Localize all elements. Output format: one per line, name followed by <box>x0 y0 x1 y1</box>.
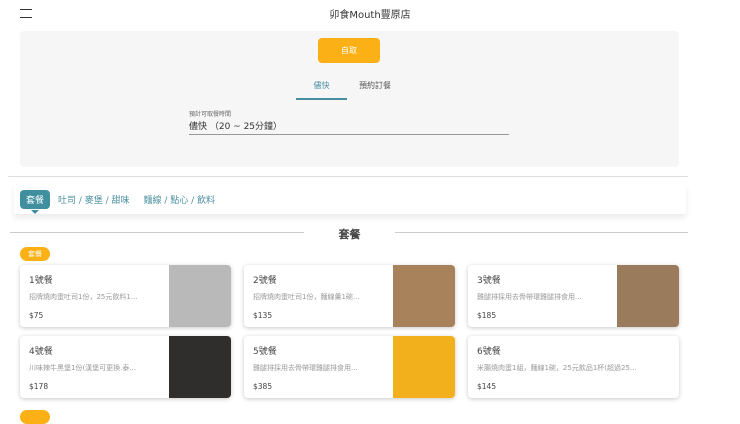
item-description: 招牌燒肉蛋吐司1份，麵線羹1碗... <box>253 293 360 301</box>
pickup-time-select[interactable]: 儘快 （20 ~ 25分鐘） <box>189 119 509 135</box>
item-description: 米腸燒肉蛋1組，麵線1碗，25元飲品1杯(超過25... <box>477 364 637 372</box>
divider <box>8 176 688 177</box>
tab-asap[interactable]: 儘快 <box>296 80 347 100</box>
menu-item-card[interactable]: 1號餐 招牌燒肉蛋吐司1份，25元飲料1... $75 <box>20 265 231 327</box>
item-description: 川味辣牛黑堡1份(漢堡可更換.泰... <box>29 364 137 372</box>
section-title: 套餐 <box>338 228 361 241</box>
item-photo <box>617 265 679 327</box>
section-badge: 套餐 <box>20 247 50 261</box>
menu-item-card[interactable]: 6號餐 米腸燒肉蛋1組，麵線1碗，25元飲品1杯(超過25... $145 <box>468 336 679 398</box>
item-price: $185 <box>477 311 497 320</box>
divider <box>10 232 304 233</box>
pickup-button[interactable]: 自取 <box>318 38 380 63</box>
item-photo <box>169 265 231 327</box>
tab-reserve[interactable]: 預約訂餐 <box>352 80 398 100</box>
category-noodles-snacks-drinks[interactable]: 麵線 / 點心 / 飲料 <box>144 193 216 206</box>
item-name: 4號餐 <box>29 347 53 357</box>
item-name: 1號餐 <box>29 276 53 286</box>
item-price: $75 <box>29 311 44 320</box>
store-title: 卯食Mouth豐原店 <box>329 10 411 21</box>
item-name: 6號餐 <box>477 347 501 357</box>
menu-item-card[interactable]: 4號餐 川味辣牛黑堡1份(漢堡可更換.泰... $178 <box>20 336 231 398</box>
menu-item-card[interactable]: 3號餐 雞腿排採用去骨帶環雞腿排食用... $185 <box>468 265 679 327</box>
item-price: $385 <box>253 382 273 391</box>
menu-item-card[interactable]: 5號餐 雞腿排採用去骨帶環雞腿排食用... $385 <box>244 336 455 398</box>
item-name: 5號餐 <box>253 347 277 357</box>
item-price: $178 <box>29 382 49 391</box>
section-badge <box>20 410 50 424</box>
category-toast-burger[interactable]: 吐司 / 麥堡 / 甜味 <box>58 193 130 206</box>
category-set-meals[interactable]: 套餐 <box>20 189 51 214</box>
item-photo <box>169 336 231 398</box>
item-price: $135 <box>253 311 273 320</box>
divider <box>395 232 688 233</box>
pickup-time-label: 預計可取餐時間 <box>189 111 232 118</box>
item-description: 雞腿排採用去骨帶環雞腿排食用... <box>253 364 358 372</box>
item-description: 雞腿排採用去骨帶環雞腿排食用... <box>477 293 582 301</box>
item-photo <box>393 336 455 398</box>
item-photo <box>393 265 455 327</box>
item-price: $145 <box>477 382 497 391</box>
item-description: 招牌燒肉蛋吐司1份，25元飲料1... <box>29 293 138 301</box>
item-name: 3號餐 <box>477 276 501 286</box>
menu-item-card[interactable]: 2號餐 招牌燒肉蛋吐司1份，麵線羹1碗... $135 <box>244 265 455 327</box>
category-bar: 套餐 吐司 / 麥堡 / 甜味 麵線 / 點心 / 飲料 <box>14 184 686 214</box>
item-name: 2號餐 <box>253 276 277 286</box>
